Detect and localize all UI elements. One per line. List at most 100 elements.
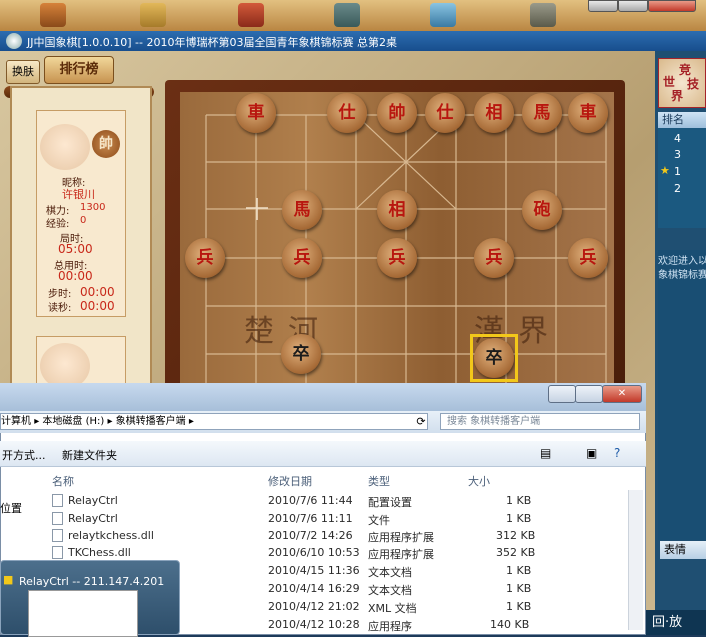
file-type: 文本文档: [368, 566, 412, 579]
relay-app-icon: ■: [3, 573, 14, 586]
explorer-minimize-button[interactable]: [548, 385, 576, 403]
address-bar[interactable]: 计算机 ▸ 本地磁盘 (H:) ▸ 象棋转播客户端 ▸: [0, 413, 428, 430]
file-type: 配置设置: [368, 496, 412, 509]
breadcrumb-separator: ▸: [107, 416, 116, 427]
file-size: 312 KB: [496, 529, 536, 542]
piece-red-general[interactable]: 帥: [377, 93, 417, 133]
help-icon[interactable]: ?: [614, 446, 620, 460]
file-row[interactable]: RelayCtrl 2010/7/6 11:11 文件 1 KB: [0, 510, 630, 527]
dll-file-icon: [52, 546, 63, 559]
role-piece: 帥: [92, 130, 120, 158]
treasure-icon[interactable]: [140, 3, 166, 27]
emoji-button[interactable]: 表情: [660, 541, 706, 559]
piece-red-horse[interactable]: 馬: [282, 190, 322, 230]
explorer-close-button[interactable]: ✕: [602, 385, 642, 403]
breadcrumb-folder[interactable]: 象棋转播客户端: [116, 416, 186, 427]
selection-highlight: [470, 334, 518, 382]
column-type[interactable]: 类型: [368, 473, 390, 489]
piece-red-elephant[interactable]: 相: [377, 190, 417, 230]
breadcrumb-separator: ▸: [188, 416, 194, 427]
chat-line: 欢迎进入以: [658, 256, 706, 267]
app-logo-icon: [6, 33, 22, 49]
piece-red-soldier[interactable]: 兵: [282, 238, 322, 278]
step-label: 步时:: [48, 289, 72, 300]
piece-red-elephant[interactable]: 相: [474, 93, 514, 133]
file-date: 2010/7/2 14:26: [268, 529, 353, 542]
window-title: JJ中国象棋[1.0.0.10] -- 2010年博瑞杯第03届全国青年象棋锦标…: [27, 36, 397, 49]
skin-button[interactable]: 换肤: [6, 60, 40, 84]
breadcrumb-computer[interactable]: 计算机: [1, 416, 31, 427]
doll-icon[interactable]: [238, 3, 264, 27]
piece-red-advisor[interactable]: 仕: [327, 93, 367, 133]
file-name: TKChess.dll: [68, 546, 131, 559]
search-input[interactable]: 搜索 象棋转播客户端: [440, 413, 640, 430]
file-size: 352 KB: [496, 546, 536, 559]
explorer-maximize-button[interactable]: [575, 385, 603, 403]
file-size: 1 KB: [506, 512, 532, 525]
file-row[interactable]: TKChess.dll 2010/6/10 10:53 应用程序扩展 352 K…: [0, 544, 630, 561]
file-size: 1 KB: [506, 564, 532, 577]
jj-logo: 竞 技 世 界: [658, 58, 706, 108]
logo-char: 界: [671, 89, 684, 103]
close-button[interactable]: [648, 0, 696, 12]
column-size[interactable]: 大小: [468, 473, 490, 489]
tower-icon[interactable]: [530, 3, 556, 27]
breadcrumb-drive[interactable]: 本地磁盘 (H:): [42, 416, 104, 427]
view-icon[interactable]: ▤: [540, 446, 551, 460]
piece-black-soldier[interactable]: 卒: [281, 334, 321, 374]
file-size: 1 KB: [506, 494, 532, 507]
minimize-button[interactable]: [588, 0, 618, 12]
refresh-icon[interactable]: ⟳: [412, 413, 430, 430]
piece-red-chariot[interactable]: 車: [568, 93, 608, 133]
open-with-button[interactable]: 开方式...: [2, 447, 46, 463]
piece-red-soldier[interactable]: 兵: [377, 238, 417, 278]
file-size: 1 KB: [506, 600, 532, 613]
column-header: 名称 修改日期 类型 大小: [0, 470, 646, 488]
file-date: 2010/7/6 11:44: [268, 494, 353, 507]
bubbles-icon[interactable]: [430, 3, 456, 27]
rank-list[interactable]: 4 3 ★ 1 2: [658, 128, 706, 228]
used-value: 00:00: [58, 269, 93, 283]
desktop-window-controls: [588, 0, 706, 12]
player-avatar: [40, 124, 90, 170]
hammer-icon[interactable]: [40, 3, 66, 27]
rank-header: 排名: [658, 112, 706, 128]
character-icon[interactable]: [334, 3, 360, 27]
leaderboard-button[interactable]: 排行榜: [44, 56, 114, 84]
file-name: relaytkchess.dll: [68, 529, 154, 542]
piece-red-soldier[interactable]: 兵: [185, 238, 225, 278]
piece-red-advisor[interactable]: 仕: [425, 93, 465, 133]
file-type: XML 文档: [368, 602, 417, 615]
file-type: 文件: [368, 514, 390, 527]
preview-thumbnail[interactable]: [28, 590, 138, 637]
piece-red-soldier[interactable]: 兵: [568, 238, 608, 278]
column-date[interactable]: 修改日期: [268, 473, 312, 489]
dll-file-icon: [52, 529, 63, 542]
rank-item[interactable]: 2: [674, 182, 681, 195]
rank-item[interactable]: 3: [674, 148, 681, 161]
app-titlebar: JJ中国象棋[1.0.0.10] -- 2010年博瑞杯第03届全国青年象棋锦标…: [0, 31, 706, 51]
vertical-scrollbar[interactable]: [628, 490, 643, 630]
rank-item[interactable]: 4: [674, 132, 681, 145]
column-name[interactable]: 名称: [52, 473, 74, 489]
maximize-button[interactable]: [618, 0, 648, 12]
file-date: 2010/4/12 10:28: [268, 618, 360, 631]
logo-char: 技: [687, 77, 700, 91]
piece-red-chariot[interactable]: 車: [236, 93, 276, 133]
file-icon: [52, 512, 63, 525]
nickname-value: 许银川: [62, 188, 95, 201]
new-folder-button[interactable]: 新建文件夹: [62, 447, 117, 463]
file-row[interactable]: RelayCtrl 2010/7/6 11:44 配置设置 1 KB: [0, 492, 630, 509]
piece-red-horse[interactable]: 馬: [522, 93, 562, 133]
piece-red-soldier[interactable]: 兵: [474, 238, 514, 278]
read-label: 读秒:: [48, 303, 72, 314]
piece-red-cannon[interactable]: 砲: [522, 190, 562, 230]
config-file-icon: [52, 494, 63, 507]
file-row[interactable]: relaytkchess.dll 2010/7/2 14:26 应用程序扩展 3…: [0, 527, 630, 544]
preview-pane-icon[interactable]: ▣: [586, 446, 597, 460]
rank-item[interactable]: 1: [674, 165, 681, 178]
file-name: RelayCtrl: [68, 494, 118, 507]
replay-button[interactable]: 回·放: [646, 610, 706, 635]
file-date: 2010/4/14 16:29: [268, 582, 360, 595]
chat-area: 欢迎进入以 象棋锦标赛: [658, 250, 706, 540]
